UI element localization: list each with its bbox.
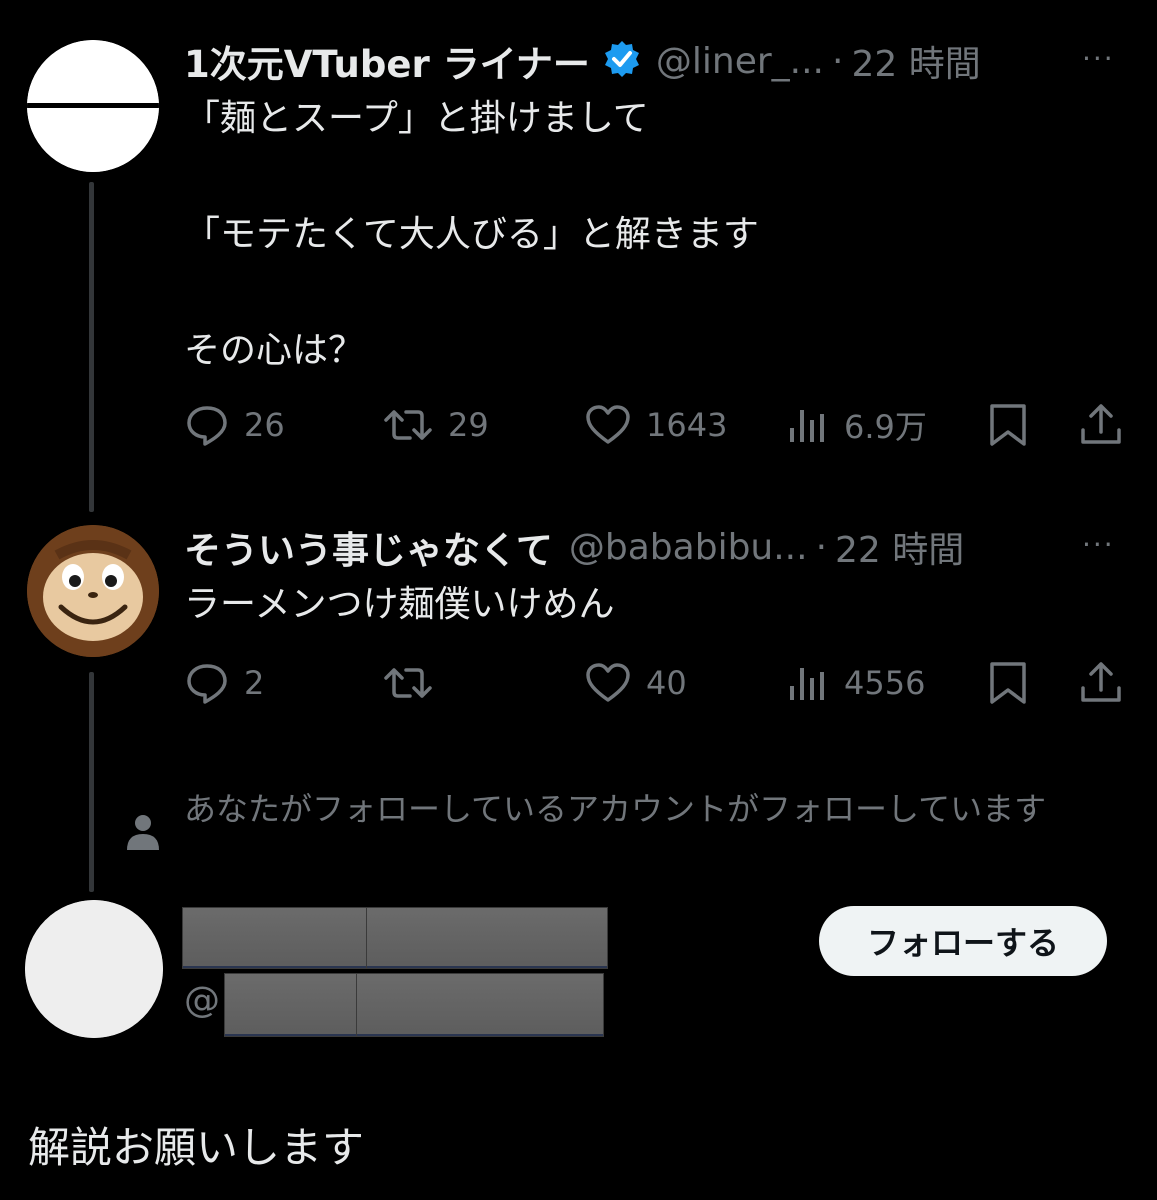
- views-button[interactable]: 6.9万: [786, 402, 927, 448]
- thread-line-2: [89, 672, 94, 892]
- avatar-liner[interactable]: [27, 40, 159, 172]
- handle-prefix: @: [184, 980, 220, 1021]
- retweet-button[interactable]: [382, 660, 448, 706]
- tweet-time[interactable]: 22 時間: [851, 35, 980, 87]
- retweet-count: 29: [448, 406, 489, 444]
- avatar-suggested-user[interactable]: [25, 900, 163, 1038]
- tweet2-header: そういう事じゃなくて @bababibu... · 22 時間: [184, 520, 964, 574]
- tweet-text-line: 「麺とスープ」と掛けまして: [184, 98, 649, 139]
- tweet-text-line: その心は？: [184, 330, 365, 371]
- like-button[interactable]: 40: [584, 660, 687, 706]
- reply-icon: [184, 660, 230, 706]
- tweet-text-line: [184, 148, 759, 206]
- caption-text: 解説お願いします: [28, 1123, 365, 1172]
- tweet1-body: 「麺とスープ」と掛けまして 「モテたくて大人びる」と解きます その心は？: [184, 90, 759, 380]
- redacted-handle: [356, 973, 604, 1037]
- views-count: 4556: [844, 664, 926, 702]
- redacted-handle: [224, 973, 362, 1037]
- thread-line-1: [89, 182, 94, 512]
- retweet-icon: [382, 660, 434, 706]
- like-button[interactable]: 1643: [584, 402, 727, 448]
- heart-icon: [584, 402, 632, 448]
- tweet-text-line: [184, 264, 759, 322]
- follow-context-text: あなたがフォローしているアカウントがフォローしています: [184, 790, 1047, 828]
- views-button[interactable]: 4556: [786, 660, 925, 706]
- share-button[interactable]: [1078, 660, 1124, 706]
- person-icon: [124, 812, 162, 856]
- meta-separator: ·: [831, 40, 844, 82]
- reply-button[interactable]: 26: [184, 402, 285, 448]
- reply-count: 26: [244, 406, 285, 444]
- tweet-text-line: 「モテたくて大人びる」と解きます: [184, 214, 759, 255]
- author-name[interactable]: そういう事じゃなくて: [184, 520, 553, 574]
- like-count: 40: [646, 664, 687, 702]
- views-count: 6.9万: [844, 408, 927, 446]
- reply-icon: [184, 402, 230, 448]
- redacted-display-name: [182, 907, 370, 969]
- like-count: 1643: [646, 406, 728, 444]
- views-chart-icon: [786, 660, 830, 706]
- reply-button[interactable]: 2: [184, 660, 264, 706]
- tweet1-header: 1次元VTuber ライナー @liner_... · 22 時間: [184, 34, 981, 88]
- share-icon: [1078, 660, 1124, 706]
- bookmark-button[interactable]: [986, 660, 1030, 706]
- tweet2-text: ラーメンつけ麺僕いけめん: [184, 584, 615, 625]
- reply-count: 2: [244, 664, 265, 702]
- avatar-monkey[interactable]: [27, 525, 159, 657]
- retweet-button[interactable]: 29: [382, 402, 489, 448]
- share-button[interactable]: [1078, 402, 1124, 448]
- author-name[interactable]: 1次元VTuber ライナー: [184, 34, 590, 88]
- more-options-icon[interactable]: ···: [1082, 42, 1115, 75]
- views-chart-icon: [786, 402, 830, 448]
- author-handle[interactable]: @bababibu...: [569, 527, 808, 568]
- bookmark-button[interactable]: [986, 402, 1030, 448]
- retweet-icon: [382, 402, 434, 448]
- verified-badge-icon: [602, 39, 642, 83]
- bookmark-icon: [986, 402, 1030, 448]
- tweet-time[interactable]: 22 時間: [835, 521, 964, 573]
- follow-button[interactable]: フォローする: [819, 906, 1107, 976]
- redacted-display-name: [366, 907, 608, 969]
- heart-icon: [584, 660, 632, 706]
- bookmark-icon: [986, 660, 1030, 706]
- meta-separator: ·: [815, 526, 828, 568]
- more-options-icon[interactable]: ···: [1082, 528, 1115, 561]
- share-icon: [1078, 402, 1124, 448]
- author-handle[interactable]: @liner_...: [656, 41, 824, 82]
